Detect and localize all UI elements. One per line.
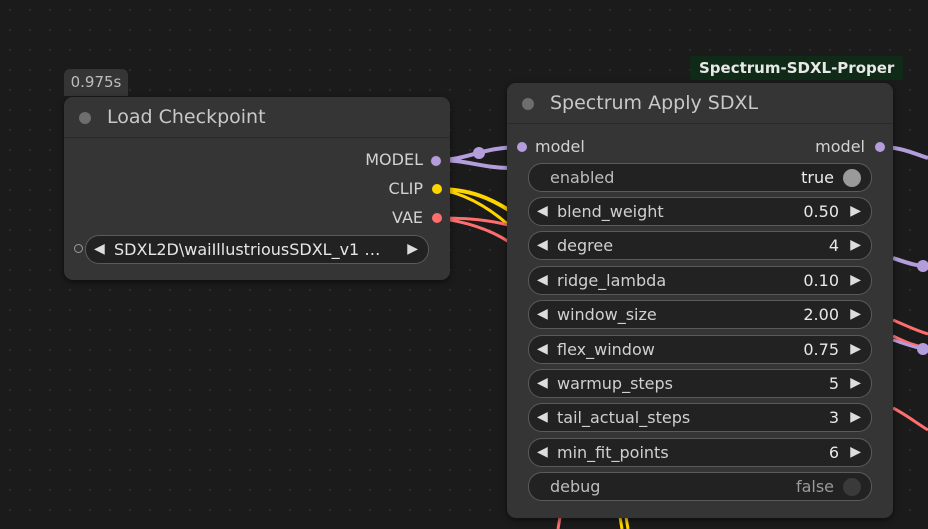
widget-label: tail_actual_steps	[557, 408, 691, 427]
increment-arrow-icon[interactable]: ▶	[850, 404, 861, 431]
ckpt-name-combo[interactable]: ◀ SDXL2D\waiIllustriousSDXL_v1 … ▶	[85, 235, 429, 264]
toggle-value: false	[795, 477, 834, 496]
output-slot-clip[interactable]	[432, 184, 442, 194]
widget-warmup-steps[interactable]: ◀ warmup_steps 5 ▶	[528, 369, 872, 398]
node-header[interactable]: Load Checkpoint	[64, 97, 450, 138]
increment-arrow-icon[interactable]: ▶	[850, 336, 861, 363]
widget-value[interactable]: 5	[829, 370, 839, 397]
widget-label: ridge_lambda	[557, 271, 667, 290]
arrow-left-icon[interactable]: ◀	[94, 236, 105, 263]
output-label-vae: VAE	[392, 208, 423, 227]
ckpt-name-value: SDXL2D\waiIllustriousSDXL_v1 …	[114, 240, 381, 259]
widget-label: warmup_steps	[557, 374, 674, 393]
widget-label: window_size	[557, 305, 657, 324]
graph-canvas[interactable]: 0.975s Load Checkpoint MODEL CLIP VAE ◀ …	[0, 0, 928, 529]
output-slot-vae[interactable]	[432, 213, 442, 223]
decrement-arrow-icon[interactable]: ◀	[537, 336, 548, 363]
debug-toggle[interactable]: debug false	[528, 472, 872, 501]
increment-arrow-icon[interactable]: ▶	[850, 232, 861, 259]
wire-bottom-clip-2[interactable]	[624, 516, 630, 529]
widget-window-size[interactable]: ◀ window_size 2.00 ▶	[528, 300, 872, 329]
wire-right-vae-1[interactable]	[892, 318, 928, 336]
widget-flex-window[interactable]: ◀ flex_window 0.75 ▶	[528, 335, 872, 364]
input-slot-model[interactable]	[517, 142, 527, 152]
wire-right-vae-3[interactable]	[892, 406, 928, 432]
output-label-model: MODEL	[365, 150, 423, 169]
widget-input-slot[interactable]	[74, 244, 83, 253]
wire-right-dot-1[interactable]	[917, 260, 928, 272]
toggle-on-icon[interactable]	[843, 169, 861, 187]
output-label-clip: CLIP	[388, 179, 423, 198]
enabled-toggle[interactable]: enabled true	[528, 163, 872, 192]
increment-arrow-icon[interactable]: ▶	[850, 198, 861, 225]
decrement-arrow-icon[interactable]: ◀	[537, 370, 548, 397]
decrement-arrow-icon[interactable]: ◀	[537, 267, 548, 294]
decrement-arrow-icon[interactable]: ◀	[537, 232, 548, 259]
widget-blend-weight[interactable]: ◀ blend_weight 0.50 ▶	[528, 197, 872, 226]
decrement-arrow-icon[interactable]: ◀	[537, 439, 548, 466]
widget-value[interactable]: 3	[829, 404, 839, 431]
widget-degree[interactable]: ◀ degree 4 ▶	[528, 231, 872, 260]
node-source-badge: Spectrum-SDXL-Proper	[690, 56, 904, 80]
increment-arrow-icon[interactable]: ▶	[850, 439, 861, 466]
widget-label: flex_window	[557, 340, 655, 359]
widget-label: blend_weight	[557, 202, 664, 221]
node-title: Spectrum Apply SDXL	[550, 92, 759, 114]
output-label-model: model	[815, 137, 865, 156]
collapse-dot-icon[interactable]	[79, 112, 91, 124]
output-slot-model[interactable]	[875, 142, 885, 152]
node-header[interactable]: Spectrum Apply SDXL	[507, 83, 893, 124]
widget-label: min_fit_points	[557, 443, 669, 462]
output-slot-model[interactable]	[430, 155, 442, 167]
increment-arrow-icon[interactable]: ▶	[850, 370, 861, 397]
widget-tail-actual-steps[interactable]: ◀ tail_actual_steps 3 ▶	[528, 403, 872, 432]
toggle-off-icon[interactable]	[843, 478, 861, 496]
widget-value[interactable]: 4	[829, 232, 839, 259]
widget-label: enabled	[550, 168, 615, 187]
widget-label: debug	[550, 477, 601, 496]
widget-value[interactable]: 0.75	[803, 336, 839, 363]
decrement-arrow-icon[interactable]: ◀	[537, 301, 548, 328]
wire-bottom-vae[interactable]	[556, 516, 562, 529]
widget-value[interactable]: 0.50	[803, 198, 839, 225]
collapse-dot-icon[interactable]	[522, 98, 534, 110]
widget-label: degree	[557, 236, 614, 255]
wire-bottom-clip-1[interactable]	[618, 516, 624, 529]
decrement-arrow-icon[interactable]: ◀	[537, 404, 548, 431]
wire-reroute-dot[interactable]	[473, 147, 485, 159]
widget-value[interactable]: 0.10	[803, 267, 839, 294]
load-checkpoint-node[interactable]: Load Checkpoint MODEL CLIP VAE ◀ SDXL2D\…	[64, 97, 450, 280]
arrow-right-icon[interactable]: ▶	[407, 236, 418, 263]
node-title: Load Checkpoint	[107, 106, 266, 128]
widget-value[interactable]: 6	[829, 439, 839, 466]
decrement-arrow-icon[interactable]: ◀	[537, 198, 548, 225]
execution-time-badge: 0.975s	[64, 69, 128, 96]
widget-min-fit-points[interactable]: ◀ min_fit_points 6 ▶	[528, 438, 872, 467]
input-label-model: model	[535, 137, 585, 156]
widget-value[interactable]: 2.00	[803, 301, 839, 328]
increment-arrow-icon[interactable]: ▶	[850, 267, 861, 294]
spectrum-apply-sdxl-node[interactable]: Spectrum Apply SDXL model model enabled …	[507, 83, 893, 518]
increment-arrow-icon[interactable]: ▶	[850, 301, 861, 328]
widget-ridge-lambda[interactable]: ◀ ridge_lambda 0.10 ▶	[528, 266, 872, 295]
toggle-value: true	[801, 168, 834, 187]
